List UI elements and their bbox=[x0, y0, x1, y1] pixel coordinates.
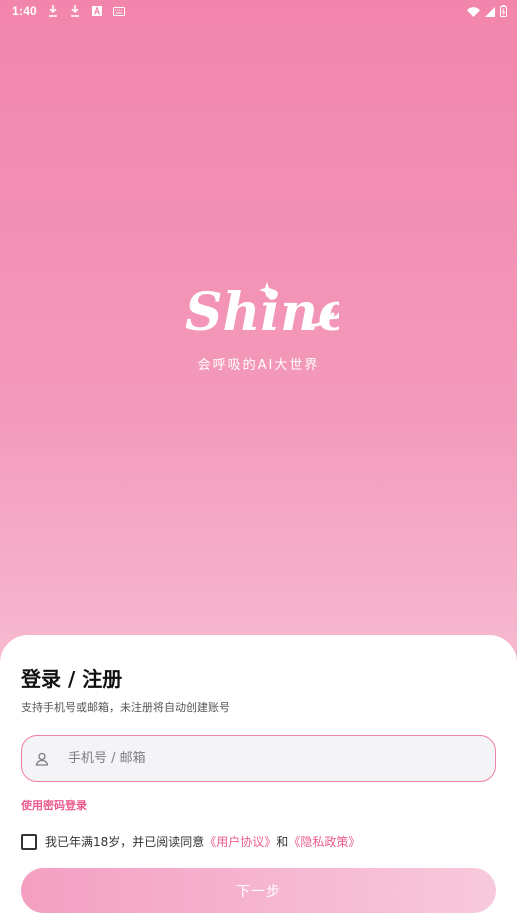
a-icon bbox=[91, 5, 103, 17]
status-bar: 1:40 bbox=[0, 0, 517, 22]
privacy-policy-link[interactable]: 《隐私政策》 bbox=[288, 833, 360, 850]
tagline: 会呼吸的AI大世界 bbox=[197, 358, 320, 373]
password-login-link[interactable]: 使用密码登录 bbox=[21, 797, 87, 813]
signal-icon bbox=[485, 2, 495, 21]
status-time: 1:40 bbox=[12, 4, 37, 18]
account-input[interactable] bbox=[68, 751, 448, 766]
agreement-checkbox[interactable] bbox=[21, 833, 37, 850]
user-agreement-link[interactable]: 《用户协议》 bbox=[204, 833, 276, 850]
login-sheet: 登录 / 注册 支持手机号或邮箱，未注册将自动创建账号 使用密码登录 我已年满1… bbox=[0, 635, 517, 920]
brand-block: Shine 会呼吸的AI大世界 bbox=[0, 272, 517, 373]
login-title: 登录 / 注册 bbox=[21, 667, 123, 691]
download-icon bbox=[69, 5, 81, 17]
svg-text:Shine: Shine bbox=[185, 282, 339, 343]
shine-logo: Shine bbox=[185, 282, 339, 343]
agreement-and: 和 bbox=[276, 835, 289, 849]
agreement-row: 我已年满18岁，并已阅读同意 《用户协议》 和 《隐私政策》 bbox=[21, 833, 360, 850]
status-left: 1:40 bbox=[12, 4, 125, 18]
keyboard-icon bbox=[112, 5, 125, 17]
user-icon bbox=[34, 751, 50, 767]
next-button[interactable]: 下一步 bbox=[21, 868, 496, 913]
wifi-icon bbox=[467, 2, 480, 21]
login-subtitle: 支持手机号或邮箱，未注册将自动创建账号 bbox=[21, 701, 230, 714]
account-input-box[interactable] bbox=[21, 735, 496, 782]
battery-icon bbox=[500, 2, 507, 21]
download-icon bbox=[47, 5, 59, 17]
status-right bbox=[467, 2, 507, 21]
agreement-prefix: 我已年满18岁，并已阅读同意 bbox=[45, 835, 205, 849]
